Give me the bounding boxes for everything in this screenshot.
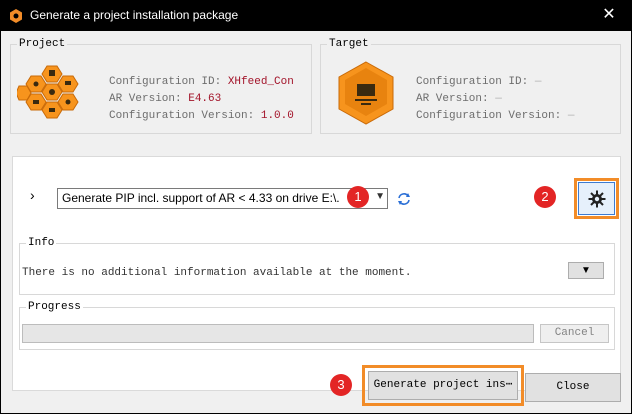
target-config-version-row: Configuration Version: — [416, 108, 574, 125]
project-config-version-row: Configuration Version: 1.0.0 [109, 108, 294, 125]
target-ar-version-row: AR Version: — [416, 91, 574, 108]
info-message: There is no additional information avail… [22, 267, 412, 279]
target-config-rows: Configuration ID: — AR Version: — Config… [416, 74, 574, 125]
pip-mode-dropdown-value: Generate PIP incl. support of AR < 4.33 … [62, 191, 340, 205]
settings-highlight [574, 178, 619, 219]
progress-group-label: Progress [26, 301, 83, 313]
step-badge-3: 3 [330, 374, 352, 396]
project-config-rows: Configuration ID: XHfeed_Con AR Version:… [109, 74, 294, 125]
project-config-version-label: Configuration Version: [109, 110, 255, 122]
chevron-down-icon: ▼ [375, 191, 385, 202]
project-ar-version-label: AR Version: [109, 93, 182, 105]
dialog-client-area: Project Configuration ID: XHfeed_Con AR … [1, 31, 631, 413]
close-button[interactable]: Close [525, 373, 621, 402]
app-logo-icon [10, 9, 22, 23]
title-bar: Generate a project installation package … [0, 0, 632, 31]
info-group-label: Info [26, 237, 57, 249]
project-config-version-value: 1.0.0 [260, 110, 294, 122]
info-expand-button[interactable]: ▼ [568, 262, 604, 279]
expand-options-chevron[interactable]: › [30, 187, 35, 203]
project-config-id-value: XHfeed_Con [227, 76, 294, 88]
generate-highlight: Generate project ins⋯ [362, 365, 524, 406]
cancel-button[interactable]: Cancel [540, 324, 609, 343]
target-ar-version-label: AR Version: [416, 93, 489, 105]
project-hexagons-icon [17, 65, 79, 119]
progress-group: Progress Cancel [19, 301, 615, 350]
settings-button[interactable] [578, 182, 615, 215]
dialog-window: Generate a project installation package … [0, 0, 632, 414]
gear-icon [588, 190, 605, 207]
target-config-id-row: Configuration ID: — [416, 74, 574, 91]
target-config-version-label: Configuration Version: [416, 110, 562, 122]
generate-package-button[interactable]: Generate project ins⋯ [368, 371, 518, 400]
window-close-button[interactable]: ✕ [586, 0, 632, 31]
refresh-icon[interactable] [396, 191, 412, 207]
project-group-label: Project [17, 38, 68, 50]
window-title: Generate a project installation package [30, 8, 239, 22]
pip-mode-dropdown[interactable]: Generate PIP incl. support of AR < 4.33 … [57, 188, 388, 209]
target-config-version-value: — [567, 110, 575, 122]
project-group: Project Configuration ID: XHfeed_Con AR … [10, 38, 312, 134]
target-group: Target Configuration ID: — AR Version: — [320, 38, 621, 134]
target-config-id-label: Configuration ID: [416, 76, 529, 88]
progress-bar [22, 324, 534, 343]
project-ar-version-row: AR Version: E4.63 [109, 91, 294, 108]
target-group-label: Target [327, 38, 371, 50]
target-device-icon [338, 61, 394, 125]
project-ar-version-value: E4.63 [188, 93, 222, 105]
project-config-id-label: Configuration ID: [109, 76, 222, 88]
project-config-id-row: Configuration ID: XHfeed_Con [109, 74, 294, 91]
step-badge-1: 1 [347, 186, 369, 208]
target-ar-version-value: — [495, 93, 502, 105]
options-panel: › Generate PIP incl. support of AR < 4.3… [12, 156, 621, 391]
target-config-id-value: — [534, 76, 542, 88]
info-group: Info There is no additional information … [19, 237, 615, 295]
step-badge-2: 2 [534, 186, 556, 208]
